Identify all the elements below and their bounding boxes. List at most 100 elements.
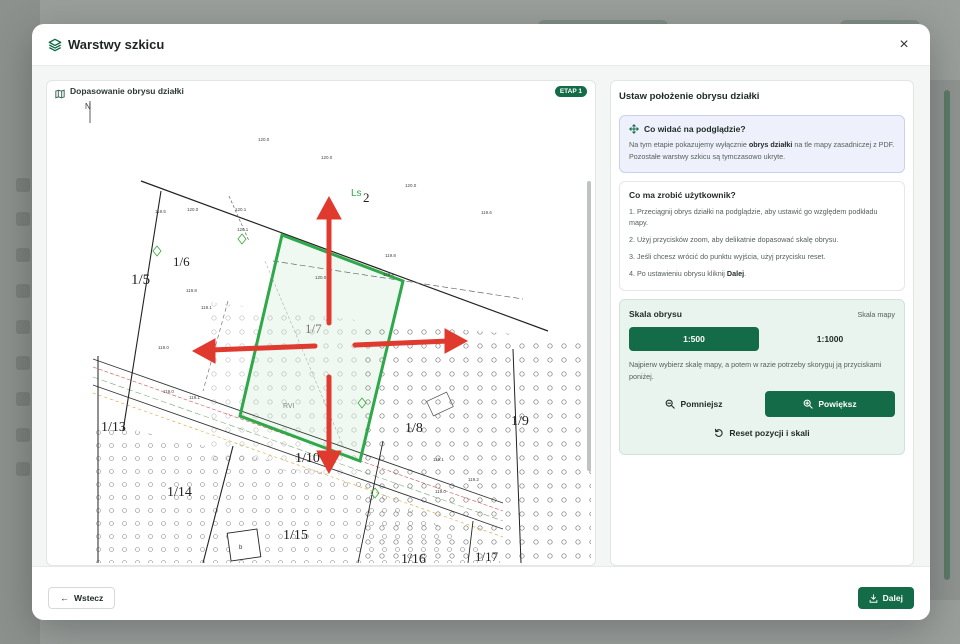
zoom-out-icon — [666, 399, 676, 409]
info-text-part: Na tym etapie pokazujemy wyłącznie — [629, 140, 749, 149]
parcel-label: 1/10 — [295, 451, 320, 466]
user-steps-card: Co ma zrobić użytkownik? 1. Przeciągnij … — [619, 181, 905, 291]
back-button[interactable]: ← Wstecz — [48, 587, 116, 609]
svg-text:120.1: 120.1 — [235, 207, 247, 212]
backdrop-scrollbar — [930, 80, 960, 600]
next-label: Dalej — [882, 593, 903, 603]
scale-card: Skala obrysu Skala mapy 1:500 1:1000 Naj… — [619, 299, 905, 455]
land-use-label: Ls — [351, 188, 362, 199]
arrow-left-icon: ← — [60, 593, 69, 603]
map-icon — [55, 86, 65, 99]
svg-text:119.5: 119.5 — [155, 209, 166, 214]
svg-text:119.8: 119.8 — [385, 253, 396, 258]
svg-text:119.6: 119.6 — [481, 210, 492, 215]
backdrop-icon — [16, 462, 30, 476]
svg-text:119.1: 119.1 — [433, 457, 444, 462]
preview-title: Dopasowanie obrysu działki — [70, 86, 184, 96]
svg-text:120.0: 120.0 — [405, 183, 417, 188]
svg-text:120.0: 120.0 — [321, 155, 333, 160]
backdrop-icon — [16, 428, 30, 442]
svg-text:119.8: 119.8 — [186, 288, 197, 293]
preview-panel: Dopasowanie obrysu działki ETAP 1 N b 12… — [46, 80, 596, 566]
back-label: Wstecz — [74, 593, 104, 603]
parcel-label: 2 — [363, 190, 370, 205]
parcel-label: 1/16 — [401, 552, 426, 563]
backdrop-icon — [16, 212, 30, 226]
parcel-label: 1/13 — [101, 420, 126, 435]
info-heading: Co widać na podglądzie? — [644, 124, 746, 134]
zoom-out-label: Pomniejsz — [680, 399, 723, 409]
backdrop-icon — [16, 320, 30, 334]
preview-header: Dopasowanie obrysu działki ETAP 1 — [47, 81, 595, 101]
scale-option-500[interactable]: 1:500 — [629, 327, 759, 351]
zoom-in-button[interactable]: Powiększ — [765, 391, 895, 417]
scale-heading: Skala obrysu — [629, 309, 682, 319]
backdrop-icon — [16, 248, 30, 262]
step-1: 1. Przeciągnij obrys działki na podglądz… — [629, 207, 878, 227]
backdrop-icon — [16, 284, 30, 298]
backdrop-icon — [16, 178, 30, 192]
map-preview[interactable]: N b 120.0 120.0 120.0 120.0 119.5 120.1 … — [53, 101, 591, 563]
svg-text:119.0: 119.0 — [158, 345, 169, 350]
step-3: 3. Jeśli chcesz wrócić do punktu wyjścia… — [629, 252, 826, 261]
zoom-in-icon — [803, 399, 814, 409]
parcel-label: 1/5 — [131, 272, 150, 288]
svg-text:119.2: 119.2 — [468, 477, 479, 482]
step-4-bold: Dalej — [726, 269, 745, 278]
svg-text:120.0: 120.0 — [315, 275, 327, 280]
building-box — [226, 528, 262, 562]
scale-option-1000[interactable]: 1:1000 — [765, 327, 895, 351]
info-text: Na tym etapie pokazujemy wyłącznie obrys… — [629, 139, 895, 163]
map-scale-label: Skala mapy — [857, 309, 895, 319]
svg-text:119.0: 119.0 — [435, 489, 446, 494]
step-2: 2. Użyj przycisków zoom, aby delikatnie … — [629, 235, 839, 244]
svg-text:119.9: 119.9 — [383, 272, 394, 277]
layers-icon — [48, 38, 62, 52]
backdrop-icon — [16, 392, 30, 406]
move-icon — [629, 124, 639, 134]
parcel-label: 1/14 — [167, 485, 192, 500]
soil-class-label: RVI — [283, 403, 295, 410]
parcel-label: 1/6 — [173, 254, 190, 269]
preview-info-card: Co widać na podglądzie? Na tym etapie po… — [619, 115, 905, 173]
step-4-text: . — [744, 269, 747, 278]
svg-text:119.1: 119.1 — [201, 305, 212, 310]
svg-text:120.0: 120.0 — [187, 207, 199, 212]
info-heading-row: Co widać na podglądzie? — [629, 124, 895, 134]
close-button[interactable]: × — [894, 35, 914, 55]
settings-title: Ustaw położenie obrysu działki — [619, 91, 760, 102]
svg-text:119.1: 119.1 — [189, 395, 200, 400]
svg-text:120.0: 120.0 — [258, 137, 270, 142]
reset-label: Reset pozycji i skali — [729, 428, 810, 438]
svg-text:119.0: 119.0 — [163, 389, 174, 394]
next-icon — [869, 593, 877, 603]
modal-body: Dopasowanie obrysu działki ETAP 1 N b 12… — [32, 66, 930, 566]
backdrop-icon — [16, 356, 30, 370]
map-scrollbar[interactable] — [587, 181, 591, 471]
zoom-in-label: Powiększ — [818, 399, 857, 409]
step-4: 4. Po ustawieniu obrysu kliknij Dalej. — [629, 268, 895, 279]
layers-modal: Warstwy szkicu × Dopasowanie obrysu dzia… — [32, 24, 930, 620]
stage-badge: ETAP 1 — [554, 85, 587, 97]
zoom-controls: Pomniejsz Powiększ — [629, 391, 895, 417]
parcel-label: 1/7 — [305, 321, 322, 336]
scale-toggle: 1:500 1:1000 — [629, 327, 895, 351]
reset-button[interactable]: Reset pozycji i skali — [629, 422, 895, 444]
modal-title: Warstwy szkicu — [68, 37, 165, 52]
modal-header: Warstwy szkicu × — [32, 24, 930, 66]
zoom-out-button[interactable]: Pomniejsz — [629, 391, 759, 417]
svg-text:120.1: 120.1 — [237, 227, 249, 232]
scale-header: Skala obrysu Skala mapy — [629, 309, 895, 319]
parcel-label: 1/9 — [511, 414, 529, 429]
parcel-label: 1/15 — [283, 528, 308, 543]
parcel-label: 1/17 — [475, 549, 499, 563]
user-heading: Co ma zrobić użytkownik? — [629, 190, 736, 200]
next-button[interactable]: Dalej — [857, 587, 914, 609]
reset-icon — [715, 428, 723, 437]
modal-footer: ← Wstecz Dalej — [32, 566, 930, 620]
map-canvas[interactable]: N b 120.0 120.0 120.0 120.0 119.5 120.1 … — [53, 101, 591, 563]
step-4-text: 4. Po ustawieniu obrysu kliknij — [629, 269, 727, 278]
scale-description: Najpierw wybierz skalę mapy, a potem w r… — [629, 360, 882, 381]
settings-panel: Ustaw położenie obrysu działki Co widać … — [610, 80, 914, 566]
parcel-label: 1/8 — [405, 421, 423, 436]
